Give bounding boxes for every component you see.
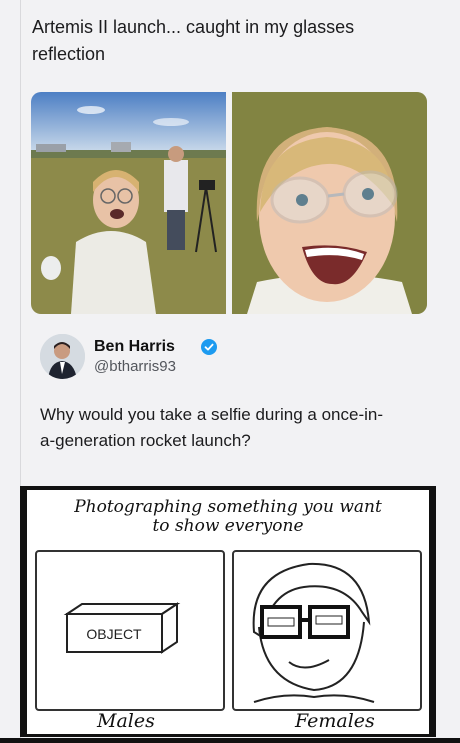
verified-badge-icon	[201, 339, 217, 355]
photo-closeup[interactable]	[232, 92, 427, 314]
post-text-line-1: Artemis II launch... caught in my glasse…	[32, 17, 355, 37]
avatar[interactable]	[40, 334, 85, 379]
males-label: Males	[97, 710, 155, 732]
meme-title: Photographing something you want to show…	[27, 498, 429, 536]
meme-title-line-2: to show everyone	[152, 516, 304, 536]
quote-text-line-2: a-generation rocket launch?	[40, 431, 251, 450]
males-panel: OBJECT	[35, 550, 225, 711]
photo-selfie-field[interactable]	[31, 92, 226, 314]
quoted-tweet[interactable]: Ben Harris @btharris93 Why would you tak…	[31, 322, 427, 472]
meme-image[interactable]: Photographing something you want to show…	[20, 486, 436, 737]
author-name[interactable]: Ben Harris	[94, 338, 175, 356]
photo-grid	[31, 92, 427, 314]
meme-title-line-1: Photographing something you want	[74, 497, 382, 517]
object-box-icon: OBJECT	[63, 602, 181, 654]
quote-text-line-1: Why would you take a selfie during a onc…	[40, 405, 384, 424]
female-face-icon	[252, 562, 375, 703]
females-panel	[232, 550, 422, 711]
bottom-edge	[0, 738, 460, 743]
meme-canvas: Photographing something you want to show…	[27, 490, 429, 734]
females-label: Females	[295, 710, 375, 732]
author-handle[interactable]: @btharris93	[94, 358, 176, 375]
object-label: OBJECT	[86, 626, 142, 642]
post-text-line-2: reflection	[32, 44, 106, 64]
post-text: Artemis II launch... caught in my glasse…	[32, 14, 432, 68]
quote-text: Why would you take a selfie during a onc…	[40, 402, 420, 454]
